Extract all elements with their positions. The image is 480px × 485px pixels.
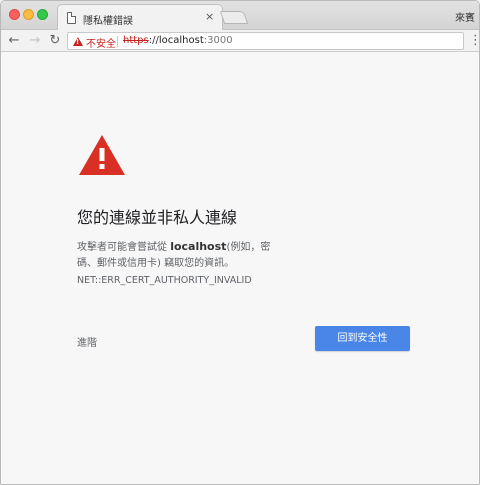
desc-host: localhost bbox=[170, 240, 227, 253]
error-code[interactable]: NET::ERR_CERT_AUTHORITY_INVALID bbox=[77, 275, 252, 286]
page-title: 您的連線並非私人連線 bbox=[77, 208, 238, 227]
warning-icon bbox=[73, 37, 83, 46]
menu-kebab-icon[interactable]: ⋮ bbox=[469, 32, 479, 50]
interstitial-page: 您的連線並非私人連線 攻擊者可能會嘗試從 localhost(例如，密碼、郵件或… bbox=[1, 53, 479, 484]
warning-description: 攻擊者可能會嘗試從 localhost(例如，密碼、郵件或信用卡) 竊取您的資訊… bbox=[77, 239, 287, 272]
url-separator: :// bbox=[148, 35, 159, 46]
tab-close-icon[interactable]: × bbox=[205, 10, 214, 23]
browser-window: 隱私權錯誤 × 來賓 ← → ↻ 不安全 https://localhost:3… bbox=[0, 0, 480, 485]
window-minimize-button[interactable] bbox=[23, 9, 34, 20]
reload-icon[interactable]: ↻ bbox=[46, 32, 64, 50]
back-to-safety-button[interactable]: 回到安全性 bbox=[315, 326, 410, 351]
advanced-button[interactable]: 進階 bbox=[77, 334, 97, 349]
new-tab-button[interactable] bbox=[219, 11, 249, 24]
forward-arrow-icon[interactable]: → bbox=[26, 32, 44, 50]
window-close-button[interactable] bbox=[9, 9, 20, 20]
tab-strip: 隱私權錯誤 × 來賓 bbox=[1, 1, 479, 31]
document-icon bbox=[67, 12, 76, 24]
back-arrow-icon[interactable]: ← bbox=[5, 32, 23, 50]
desc-text-before: 攻擊者可能會嘗試從 bbox=[77, 242, 171, 253]
tab-privacy-error[interactable]: 隱私權錯誤 × bbox=[57, 4, 223, 31]
address-bar[interactable]: 不安全 https://localhost:3000 bbox=[67, 32, 464, 50]
profile-button[interactable]: 來賓 bbox=[455, 9, 475, 24]
toolbar: ← → ↻ 不安全 https://localhost:3000 ⋮ bbox=[1, 30, 479, 52]
url-host: localhost bbox=[158, 35, 204, 46]
window-maximize-button[interactable] bbox=[37, 9, 48, 20]
tab-title: 隱私權錯誤 bbox=[83, 16, 133, 27]
url-text[interactable]: https://localhost:3000 bbox=[123, 35, 233, 46]
omnibox-divider bbox=[117, 36, 118, 47]
url-port: :3000 bbox=[203, 35, 233, 46]
security-label[interactable]: 不安全 bbox=[86, 35, 116, 50]
url-scheme: https bbox=[123, 35, 149, 46]
warning-triangle-icon bbox=[79, 135, 125, 175]
